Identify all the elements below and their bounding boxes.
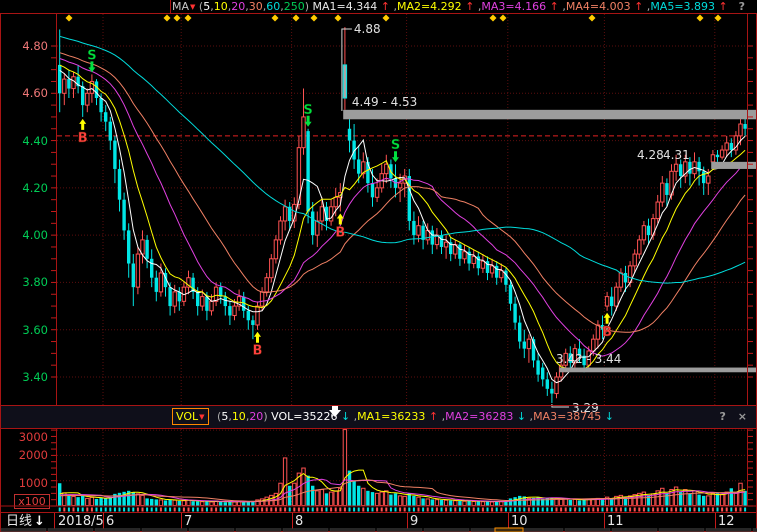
ma-value: MA1=4.344 [313, 0, 378, 13]
ma-indicator-label: MA [172, 0, 189, 13]
help-icon[interactable]: ? [739, 0, 745, 13]
month-label: 11 [607, 513, 624, 531]
ma-values: MA1=4.344 ↑ ,MA2=4.292 ↑ ,MA3=4.166 ↑ ,M… [313, 0, 728, 13]
volume-axis-label: 2000 [8, 449, 48, 461]
param-number: 10 [232, 410, 246, 423]
vol-values: VOL=35226 ↓ ,MA1=36233 ↑ ,MA2=36283 ↓ ,M… [271, 410, 614, 423]
main-indicator-bar: MA▼ (5,10,20,30,60,250) MA1=4.344 ↑ ,MA2… [0, 0, 757, 13]
price-axis-label: 4.80 [2, 40, 48, 52]
month-label: 9 [410, 513, 418, 531]
trend-arrow-icon: ↑ [634, 0, 643, 13]
price-axis-label: 3.40 [2, 371, 48, 383]
volume-axis-label: 1000 [8, 477, 48, 489]
vol-help-icon[interactable]: ? [720, 410, 726, 423]
param-number: 10 [214, 0, 228, 13]
period-selector[interactable]: 日线↓ [6, 513, 45, 531]
price-axis-label: 4.60 [2, 87, 48, 99]
trend-arrow-icon: ↑ [429, 410, 438, 423]
price-axis-label: 3.60 [2, 324, 48, 336]
trend-arrow-icon: ↑ [550, 0, 559, 13]
dropdown-caret-icon: ▼ [190, 3, 195, 11]
vol-params: (5,10,20) [217, 410, 268, 423]
month-label: 7 [184, 513, 192, 531]
vol-indicator-dropdown[interactable]: VOL▼ [172, 408, 209, 425]
trend-arrow-icon: ↓ [341, 410, 350, 423]
trend-arrow-icon: ↑ [381, 0, 390, 13]
ma-value: MA2=36283 [445, 410, 513, 423]
trend-arrow-icon: ↓ [605, 410, 614, 423]
ma-params: (5,10,20,30,60,250) [199, 0, 309, 13]
month-label: 10 [511, 513, 528, 531]
vol-indicator-label: VOL [176, 410, 198, 423]
period-label: 日线 [6, 514, 32, 529]
ma-value: MA4=4.003 [566, 0, 631, 13]
month-label: 8 [295, 513, 303, 531]
param-number: 20 [249, 410, 263, 423]
ma-value: MA3=4.166 [481, 0, 546, 13]
timeline-bar: 日线↓ 2018/56 7 8 9 10 11 12 [0, 513, 757, 531]
price-axis-label: 4.20 [2, 182, 48, 194]
ma-value: MA5=3.893 [650, 0, 715, 13]
volume-indicator-bar: VOL▼ (5,10,20) VOL=35226 ↓ ,MA1=36233 ↑ … [0, 406, 757, 428]
vol-value: VOL=35226 [271, 410, 337, 423]
stock-chart-window: MA▼ (5,10,20,30,60,250) MA1=4.344 ↑ ,MA2… [0, 0, 757, 532]
ma-value: MA3=38745 [533, 410, 601, 423]
param-number: 20 [231, 0, 245, 13]
ma-value: MA2=4.292 [397, 0, 462, 13]
dropdown-caret-icon: ▼ [199, 413, 204, 421]
month-label: 12 [718, 513, 735, 531]
period-arrow-icon: ↓ [34, 514, 45, 529]
trend-arrow-icon: ↑ [719, 0, 728, 13]
vol-close-icon[interactable]: × [738, 410, 747, 423]
trend-arrow-icon: ↓ [517, 410, 526, 423]
volume-unit-box: x100 [14, 494, 50, 509]
param-number: 30 [249, 0, 263, 13]
volume-axis-label: 3000 [8, 431, 48, 443]
price-axis-label: 4.00 [2, 229, 48, 241]
param-number: 250 [284, 0, 305, 13]
month-label: 6 [106, 513, 114, 531]
param-number: 60 [266, 0, 280, 13]
ma-indicator-dropdown[interactable]: MA▼ [172, 0, 195, 13]
month-label: 2018/5 [58, 513, 104, 531]
ma-value: MA1=36233 [357, 410, 425, 423]
price-axis-label: 3.80 [2, 276, 48, 288]
price-axis-label: 4.40 [2, 135, 48, 147]
